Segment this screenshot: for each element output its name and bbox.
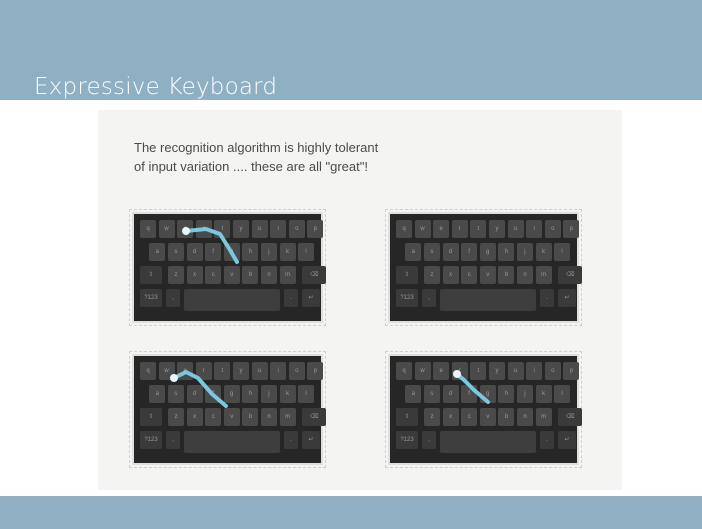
key-v: v [479,266,496,284]
comma-key: , [422,289,436,307]
key-b: b [498,266,515,284]
key-f: f [461,243,478,261]
swipe-path [184,227,239,264]
period-key: . [540,289,554,307]
keyboard-example-2: q w e r t y u i o p a s d f g h j k l ⇧ z x c v b n m ⌫ ?123,. ↵ [385,209,583,326]
space-bar [440,289,536,311]
return-icon: ↵ [558,289,576,307]
key-d: d [442,243,459,261]
keyboard-example-4: q w e r t y u i o p a s d f g h j k l ⇧ z x c v b n m ⌫ ?123,. ↵ [385,351,583,468]
key-y: y [489,220,505,238]
key-z: z [424,266,440,284]
swipe-trace [170,370,228,408]
swipe-start-dot [170,374,178,382]
caption-line-1: The recognition algorithm is highly tole… [134,140,379,155]
swipe-start-dot [453,370,461,378]
slide: Expressive Keyboard The recognition algo… [0,0,702,529]
numbers-key: ?123 [396,289,418,307]
key-l: l [554,243,571,261]
key-k: k [535,243,552,261]
caption-line-2: of input variation .... these are all "g… [134,159,368,174]
key-u: u [507,220,524,238]
keyboard-example-3: q w e r t y u i o p a s d f g h j k l ⇧ z x c v b n m ⌫ ?123,. ↵ [129,351,327,468]
key-m: m [535,266,552,284]
key-o: o [544,220,561,238]
swipe-path [172,370,228,408]
slide-title: Expressive Keyboard [34,74,278,100]
key-i: i [526,220,543,238]
key-r: r [451,220,468,238]
key-x: x [442,266,459,284]
key-q: q [396,220,412,238]
swipe-start-dot [182,227,190,235]
key-w: w [414,220,431,238]
key-a: a [405,243,422,261]
key-s: s [423,243,440,261]
key-p: p [563,220,580,238]
figure-caption: The recognition algorithm is highly tole… [134,138,554,176]
key-n: n [517,266,533,284]
key-c: c [461,266,478,284]
footer-band [0,496,702,529]
swipe-trace [182,227,239,264]
key-j: j [516,243,533,261]
shift-key-icon: ⇧ [396,266,418,284]
key-g: g [479,243,496,261]
key-t: t [470,220,487,238]
swipe-path [455,372,490,404]
backspace-icon: ⌫ [558,266,583,284]
key-e: e [433,220,450,238]
swipe-trace [453,370,490,404]
key-h: h [498,243,515,261]
keyboard-example-1: qwertyuiopasdfghjkl⇧zxcvbnm⌫?123,.↵ [129,209,327,326]
